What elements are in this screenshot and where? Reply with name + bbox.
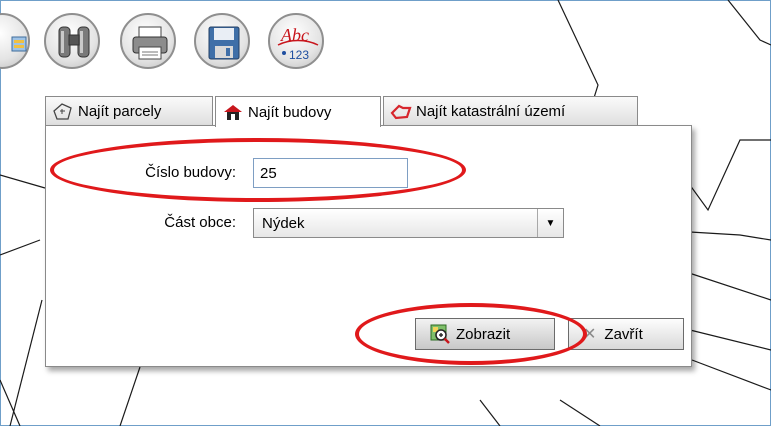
close-button[interactable]: ✕ Zavřít: [568, 318, 684, 350]
print-button[interactable]: [120, 13, 176, 69]
close-icon: ✕: [583, 326, 597, 343]
territory-icon: [390, 104, 412, 119]
municipality-part-value: Nýdek: [262, 215, 305, 232]
save-icon: [208, 26, 240, 60]
chevron-down-icon[interactable]: ▼: [537, 209, 563, 237]
save-button[interactable]: [194, 13, 250, 69]
tab-label: Najít katastrální území: [416, 103, 566, 120]
tab-find-cadastral-territory[interactable]: Najít katastrální území: [383, 96, 638, 126]
print-icon: [132, 26, 168, 60]
zoom-to-icon: [430, 324, 450, 344]
municipality-part-select[interactable]: Nýdek ▼: [253, 208, 564, 238]
tab-find-parcels[interactable]: Najít parcely: [45, 96, 213, 126]
num-label: 123: [289, 48, 309, 62]
spellcheck-button[interactable]: Abc 123: [268, 13, 324, 69]
abc-123-icon: Abc 123: [277, 25, 319, 62]
building-number-label: Číslo budovy:: [145, 164, 236, 181]
tab-label: Najít parcely: [78, 103, 162, 120]
layers-icon: [11, 36, 27, 52]
house-icon: [224, 105, 242, 120]
municipality-part-label: Část obce:: [164, 214, 236, 231]
building-number-input[interactable]: [253, 158, 408, 188]
tab-find-buildings[interactable]: Najít budovy: [215, 96, 381, 127]
tab-label: Najít budovy: [248, 103, 332, 121]
close-button-label: Zavřít: [604, 325, 643, 343]
parcel-icon: [53, 102, 72, 120]
search-panel: Číslo budovy: Část obce: Nýdek ▼ Zobrazi…: [45, 125, 692, 367]
layers-button[interactable]: [0, 13, 30, 69]
binoculars-icon: [58, 26, 90, 58]
show-button-label: Zobrazit: [456, 325, 511, 343]
show-button[interactable]: Zobrazit: [415, 318, 555, 350]
find-button[interactable]: [44, 13, 100, 69]
